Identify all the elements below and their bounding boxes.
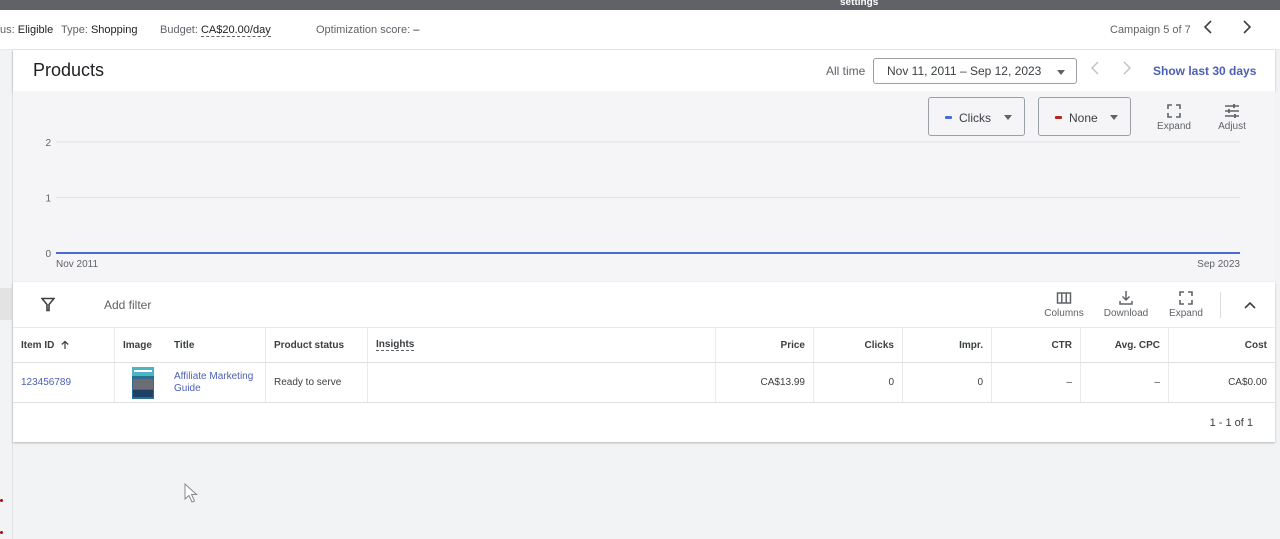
campaign-type: Type: Shopping: [61, 24, 138, 36]
optimization-score: Optimization score: –: [316, 24, 420, 36]
title-cell: Affiliate Marketing Guide: [166, 363, 266, 402]
campaign-budget: Budget: CA$20.00/day: [160, 24, 271, 37]
alert-dot: [0, 499, 3, 502]
avg-cpc-cell: –: [1081, 363, 1169, 402]
next-period-button[interactable]: [1121, 60, 1133, 81]
filter-icon[interactable]: [41, 297, 55, 312]
budget-value[interactable]: CA$20.00/day: [200, 24, 271, 37]
chevron-right-icon: [1243, 20, 1252, 34]
type-value: Shopping: [90, 24, 138, 36]
price-cell: CA$13.99: [716, 363, 814, 402]
x-tick-label: Nov 2011: [56, 259, 99, 270]
column-header-impr[interactable]: Impr.: [903, 328, 992, 362]
item-id-link[interactable]: 123456789: [21, 377, 71, 388]
pagination-info: 1 - 1 of 1: [1209, 417, 1253, 429]
mouse-cursor-icon: [184, 483, 198, 503]
column-header-ctr[interactable]: CTR: [992, 328, 1081, 362]
table-header-row: Item ID Image Title Product status Insig…: [13, 328, 1275, 363]
status-value: Eligible: [17, 24, 54, 36]
campaign-counter: Campaign 5 of 7: [1110, 24, 1191, 36]
table-toolbar: Add filter Columns Download Expand: [13, 282, 1275, 328]
products-header: Products All time Nov 11, 2011 – Sep 12,…: [13, 50, 1275, 91]
column-header-item-id[interactable]: Item ID: [13, 328, 115, 362]
top-bar: settings: [0, 0, 1280, 10]
product-image-cell: [115, 363, 166, 402]
column-header-product-status[interactable]: Product status: [266, 328, 368, 362]
previous-period-button[interactable]: [1089, 60, 1101, 81]
y-tick-label: 0: [45, 249, 51, 260]
impr-cell: 0: [903, 363, 992, 402]
download-button[interactable]: Download: [1100, 290, 1152, 319]
left-rail-highlight: [0, 288, 13, 320]
insights-cell: [368, 363, 716, 402]
optimization-score-value: –: [413, 24, 420, 36]
y-tick-label: 1: [45, 194, 51, 205]
show-last-30-days-link[interactable]: Show last 30 days: [1153, 64, 1256, 78]
chart-plot: 0 1 2 Nov 2011 Sep 2023: [45, 138, 1240, 270]
alert-dot: [0, 531, 3, 534]
campaign-status-bar: us: Eligible Type: Shopping Budget: CA$2…: [0, 10, 1280, 50]
campaign-status: us: Eligible: [0, 24, 54, 36]
table-expand-button[interactable]: Expand: [1163, 290, 1209, 319]
y-tick-label: 2: [45, 138, 51, 149]
column-header-image[interactable]: Image: [115, 328, 166, 362]
product-status-cell: Ready to serve: [266, 363, 368, 402]
column-header-insights[interactable]: Insights: [368, 328, 716, 362]
column-header-avg-cpc[interactable]: Avg. CPC: [1081, 328, 1169, 362]
fullscreen-icon: [1179, 291, 1193, 305]
cost-cell: CA$0.00: [1228, 377, 1267, 388]
previous-campaign-button[interactable]: [1202, 19, 1214, 40]
date-range-picker[interactable]: Nov 11, 2011 – Sep 12, 2023: [873, 58, 1077, 84]
table-row: 123456789 Affiliate Marketing Guide Read…: [13, 363, 1275, 403]
collapse-chevron-up-icon[interactable]: [1243, 300, 1257, 310]
clicks-cell: 0: [814, 363, 903, 402]
top-bar-title: settings: [840, 0, 879, 8]
left-rail: [0, 50, 13, 539]
download-icon: [1119, 291, 1133, 305]
date-range-value: Nov 11, 2011 – Sep 12, 2023: [887, 64, 1042, 78]
column-header-cost[interactable]: Cost: [1169, 328, 1275, 362]
dropdown-arrow-icon: [1057, 70, 1065, 75]
product-thumbnail-image: [132, 366, 154, 399]
item-id-cell: 123456789: [13, 363, 115, 402]
chevron-left-icon: [1091, 61, 1099, 75]
chevron-right-icon: [1123, 61, 1131, 75]
ctr-cell: –: [992, 363, 1081, 402]
columns-button[interactable]: Columns: [1039, 290, 1089, 319]
next-campaign-button[interactable]: [1241, 19, 1253, 40]
product-title-link[interactable]: Affiliate Marketing Guide: [174, 371, 257, 395]
toolbar-divider: [1220, 292, 1221, 318]
column-header-title[interactable]: Title: [166, 328, 266, 362]
x-tick-label: Sep 2023: [1197, 259, 1240, 270]
column-header-price[interactable]: Price: [716, 328, 814, 362]
columns-icon: [1056, 292, 1072, 304]
add-filter-button[interactable]: Add filter: [104, 298, 151, 312]
page-title: Products: [33, 60, 105, 80]
performance-chart: Clicks None Expand Adjust 0 1 2 Nov 2011 Sep…: [13, 91, 1275, 281]
column-header-clicks[interactable]: Clicks: [814, 328, 903, 362]
date-range-label: All time: [826, 64, 866, 78]
products-table-card: Add filter Columns Download Expand Item …: [13, 282, 1275, 442]
sort-ascending-icon: [61, 340, 69, 349]
chevron-left-icon: [1203, 20, 1212, 34]
